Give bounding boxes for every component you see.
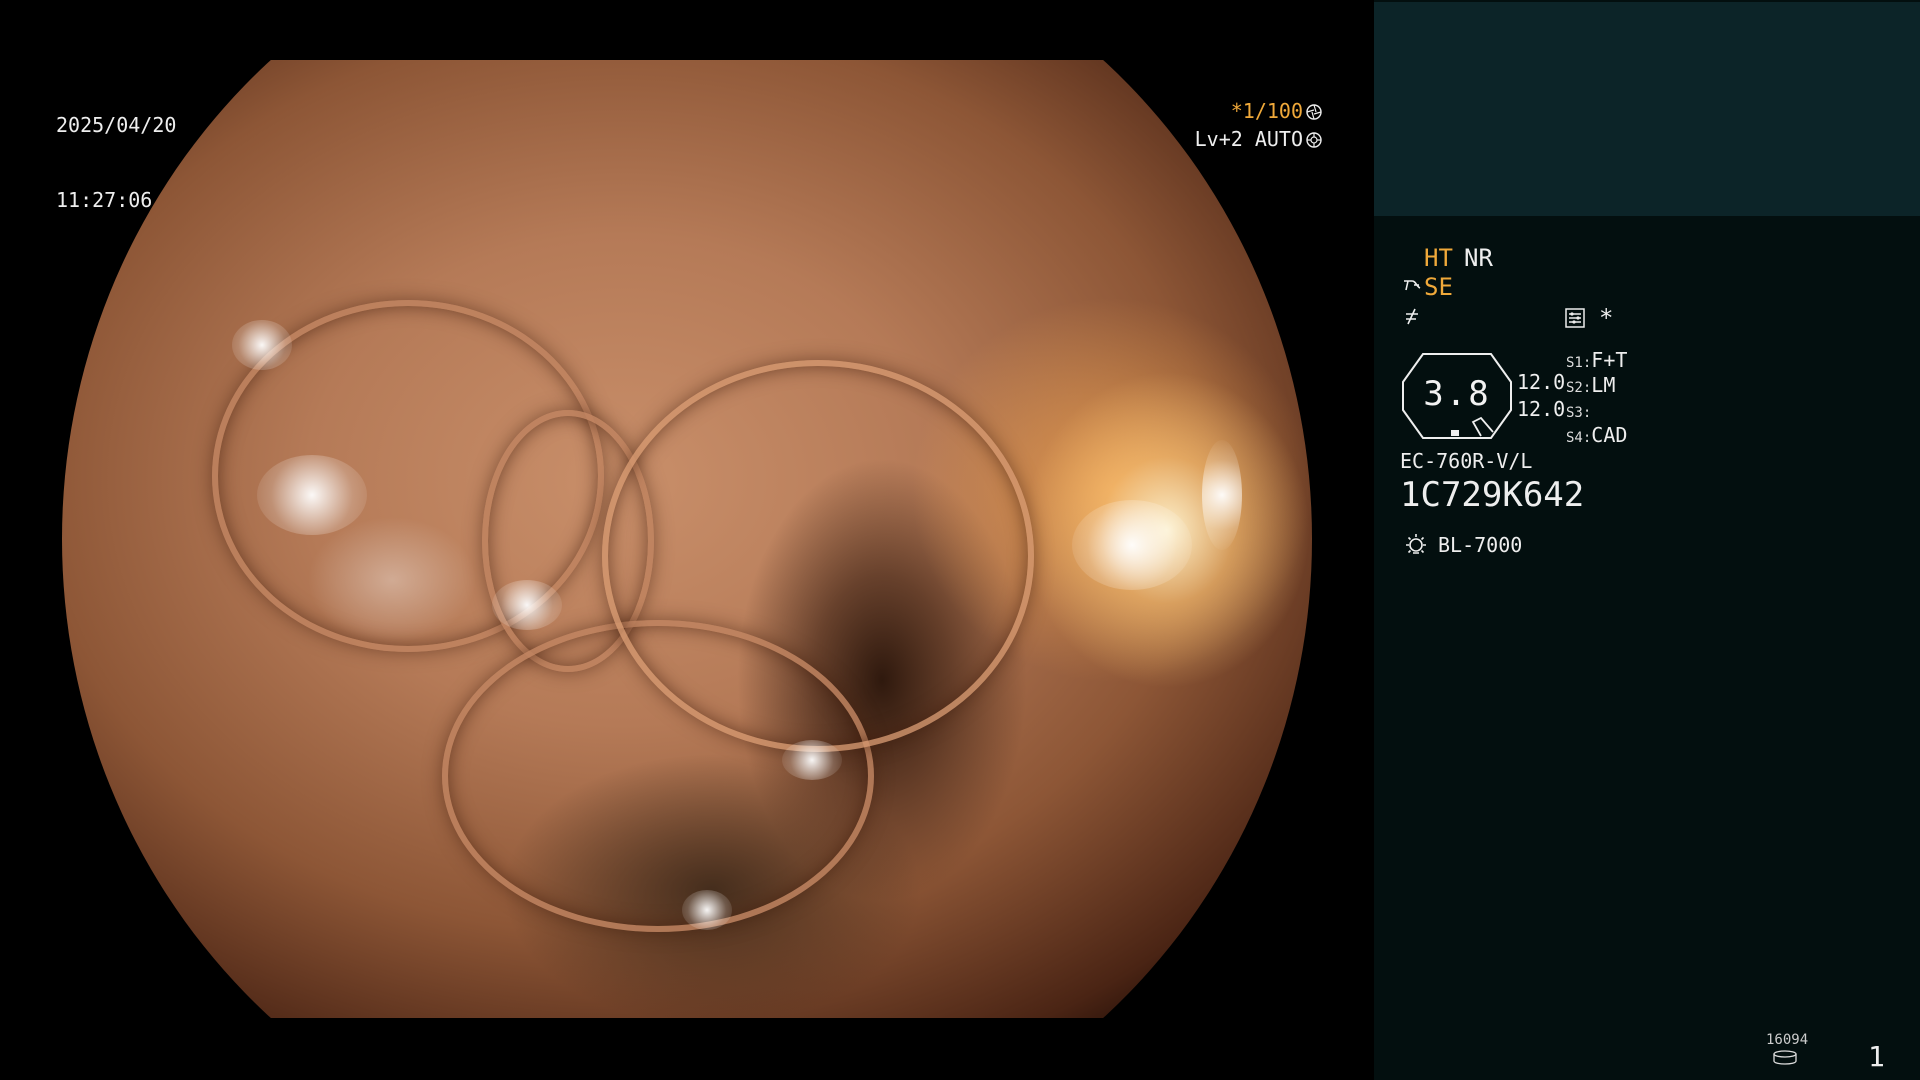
- shutter-overlay: *1/100: [1231, 99, 1322, 124]
- scope-model: EC-760R-V/L: [1400, 449, 1533, 473]
- specular-highlight: [257, 455, 367, 535]
- thumbnail-area: [1374, 2, 1920, 216]
- aperture-icon: [1306, 104, 1322, 120]
- scope-tip-icon: [1404, 280, 1421, 291]
- slot-key: S4:: [1566, 430, 1592, 446]
- specular-highlight: [492, 580, 562, 630]
- slot-value: F+T: [1591, 348, 1628, 372]
- specular-highlight: [1072, 500, 1192, 590]
- slot-key: S3:: [1566, 405, 1592, 421]
- shutter-text: *1/100: [1230, 99, 1303, 123]
- mode-ht-label: HT: [1424, 244, 1453, 272]
- exposure-overlay: Lv+2 AUTO: [1195, 127, 1322, 152]
- star-indicator: *: [1599, 304, 1614, 332]
- image-counter: 16094: [1766, 1032, 1809, 1048]
- level-value-1: 12.0: [1517, 370, 1566, 394]
- exposure-text: Lv+2 AUTO: [1194, 127, 1303, 151]
- iris-icon: [1306, 132, 1322, 148]
- slot-key: S1:: [1566, 355, 1592, 371]
- date-text: 2025/04/20: [56, 113, 177, 137]
- specular-highlight: [232, 320, 292, 370]
- zoom-indicator: 3.8: [1401, 352, 1513, 440]
- zoom-value: 3.8: [1423, 374, 1491, 414]
- switch-slot-2: S2:LM: [1566, 373, 1615, 397]
- switch-slot-1: S1:F+T: [1566, 348, 1627, 372]
- specular-highlight: [1202, 440, 1242, 550]
- scope-serial: 1C729K642: [1400, 475, 1585, 515]
- mucosal-fold: [602, 360, 1034, 752]
- datetime-overlay: 2025/04/20 11:27:06: [56, 63, 176, 263]
- slot-key: S2:: [1566, 380, 1592, 396]
- switch-slot-4: S4:CAD: [1566, 423, 1627, 447]
- light-bulb-icon: [1406, 534, 1426, 554]
- switch-slot-3: S3:: [1566, 398, 1591, 422]
- freeze-icon: [1406, 308, 1418, 325]
- page-number: 1: [1868, 1040, 1885, 1073]
- endoscope-view: 2025/04/20 11:27:06 *1/100 Lv+2 AUTO: [0, 0, 1374, 1080]
- light-source-model: BL-7000: [1438, 533, 1523, 557]
- memo-icon: [1565, 308, 1585, 328]
- endoscopy-monitor: 2025/04/20 11:27:06 *1/100 Lv+2 AUTO HT …: [0, 0, 1920, 1080]
- mode-se-label: SE: [1424, 273, 1453, 301]
- time-text: 11:27:06: [56, 188, 153, 212]
- slot-value: CAD: [1591, 423, 1628, 447]
- endoscopic-image: [62, 60, 1312, 1018]
- info-panel: HT NR SE * 3.8 12.0 12.0 S1:F+T S2:LM S3…: [1374, 0, 1920, 1080]
- specular-highlight: [782, 740, 842, 780]
- specular-highlight: [682, 890, 732, 930]
- level-value-2: 12.0: [1517, 397, 1566, 421]
- mode-nr-label: NR: [1464, 244, 1493, 272]
- storage-icon: [1773, 1050, 1797, 1065]
- slot-value: LM: [1591, 373, 1616, 397]
